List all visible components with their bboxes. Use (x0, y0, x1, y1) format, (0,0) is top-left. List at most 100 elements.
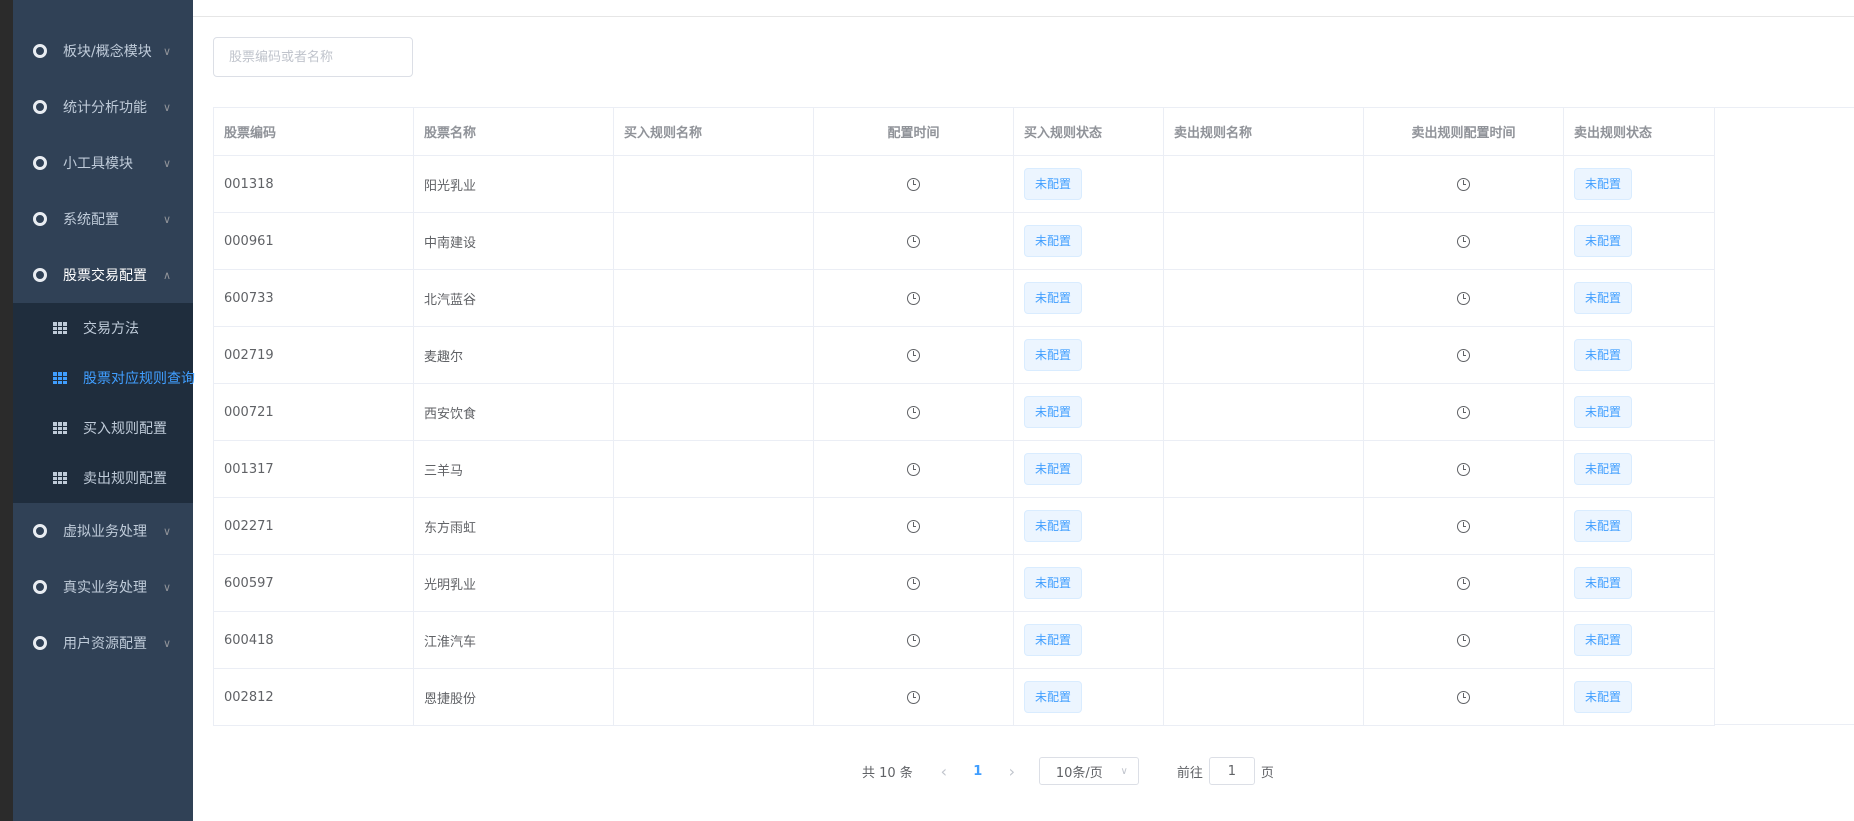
table-row: 001318 阳光乳业 未配置 未配置 (213, 155, 1715, 213)
buy-rule-name-cell (613, 383, 814, 441)
column-header: 卖出规则名称 (1163, 107, 1364, 156)
status-tag: 未配置 (1024, 282, 1083, 314)
status-tag: 未配置 (1574, 282, 1633, 314)
clock-icon (1457, 177, 1470, 191)
sidebar-menu-item[interactable]: 用户资源配置 ∨ (13, 615, 193, 671)
stock-name-cell: 中南建设 (413, 212, 614, 270)
table-row: 002812 恩捷股份 未配置 未配置 (213, 668, 1715, 726)
sidebar-menu-item[interactable]: 小工具模块 ∨ (13, 135, 193, 191)
sell-config-time-cell (1363, 383, 1564, 441)
stock-rules-table: 股票编码 股票名称 买入规则名称 配置时间 买入规则状态 卖出规则名称 卖出规则配置时间 卖出… (213, 107, 1715, 726)
buy-status-cell: 未配置 (1013, 326, 1164, 384)
column-header: 卖出规则配置时间 (1363, 107, 1564, 156)
stock-name-cell: 东方雨虹 (413, 497, 614, 555)
clock-icon (1457, 234, 1470, 248)
clock-icon (1457, 462, 1470, 476)
sell-status-cell: 未配置 (1563, 497, 1715, 555)
chevron-down-icon: ∨ (162, 212, 171, 226)
status-tag: 未配置 (1024, 510, 1083, 542)
buy-rule-name-cell (613, 269, 814, 327)
sell-rule-name-cell (1163, 212, 1364, 270)
clock-icon (1457, 405, 1470, 419)
table-icon (53, 472, 67, 484)
buy-status-cell: 未配置 (1013, 497, 1164, 555)
ide-side-strip (0, 0, 13, 821)
clock-icon (1457, 576, 1470, 590)
header-divider (193, 16, 1854, 17)
stock-name-cell: 江淮汽车 (413, 611, 614, 669)
clock-icon (907, 576, 920, 590)
buy-rule-name-cell (613, 497, 814, 555)
table-row: 600597 光明乳业 未配置 未配置 (213, 554, 1715, 612)
sell-config-time-cell (1363, 269, 1564, 327)
chevron-down-icon: ∨ (1120, 765, 1128, 777)
sell-rule-name-cell (1163, 440, 1364, 498)
sidebar-menu-label: 用户资源配置 (63, 636, 147, 652)
clock-icon (907, 405, 920, 419)
goto-suffix: 页 (1260, 765, 1274, 781)
search-input[interactable] (213, 37, 413, 77)
buy-status-cell: 未配置 (1013, 155, 1164, 213)
sidebar-menu-item[interactable]: 统计分析功能 ∨ (13, 79, 193, 135)
clock-icon (1457, 291, 1470, 305)
status-tag: 未配置 (1024, 225, 1083, 257)
status-tag: 未配置 (1024, 453, 1083, 485)
clock-icon (907, 177, 920, 191)
buy-status-cell: 未配置 (1013, 212, 1164, 270)
config-time-cell (813, 383, 1014, 441)
clock-icon (1457, 519, 1470, 533)
stock-name-cell: 恩捷股份 (413, 668, 614, 726)
pagination-total: 共 10 条 (862, 765, 913, 781)
goto-page-input[interactable] (1208, 757, 1255, 785)
status-tag: 未配置 (1574, 624, 1633, 656)
sell-rule-name-cell (1163, 269, 1364, 327)
sidebar-menu-label: 真实业务处理 (63, 580, 147, 596)
sell-config-time-cell (1363, 668, 1564, 726)
circle-icon (33, 100, 47, 114)
stock-name-cell: 三羊马 (413, 440, 614, 498)
clock-icon (907, 462, 920, 476)
next-page-icon[interactable]: › (995, 762, 1029, 781)
page-size-select[interactable]: 10条/页 ∨ (1038, 757, 1139, 785)
sell-config-time-cell (1363, 326, 1564, 384)
sidebar-submenu-label: 股票对应规则查询 (83, 371, 195, 387)
sidebar-submenu-item[interactable]: 买入规则配置 (13, 403, 193, 453)
sidebar-menu-label: 股票交易配置 (63, 268, 147, 284)
sidebar-menu-item[interactable]: 板块/概念模块 ∨ (13, 23, 193, 79)
clock-icon (1457, 690, 1470, 704)
sell-rule-name-cell (1163, 668, 1364, 726)
table-header-row: 股票编码 股票名称 买入规则名称 配置时间 买入规则状态 卖出规则名称 卖出规则配置时间 卖出… (213, 107, 1715, 156)
status-tag: 未配置 (1024, 396, 1083, 428)
sell-config-time-cell (1363, 212, 1564, 270)
sidebar-submenu-item[interactable]: 卖出规则配置 (13, 453, 193, 503)
goto-page: 前往 页 (1177, 757, 1274, 785)
sidebar-menu-item[interactable]: 真实业务处理 ∨ (13, 559, 193, 615)
clock-icon (907, 234, 920, 248)
table-icon (53, 422, 67, 434)
table-row: 002719 麦趣尔 未配置 未配置 (213, 326, 1715, 384)
table-row: 600733 北汽蓝谷 未配置 未配置 (213, 269, 1715, 327)
page-number[interactable]: 1 (961, 764, 995, 779)
sidebar-menu-item[interactable]: 虚拟业务处理 ∨ (13, 503, 193, 559)
sidebar-menu-item[interactable]: 股票交易配置 ∧ (13, 247, 193, 303)
sidebar-submenu-item[interactable]: 股票对应规则查询 (13, 353, 195, 403)
circle-icon (33, 212, 47, 226)
column-header: 股票编码 (213, 107, 414, 156)
sell-status-cell: 未配置 (1563, 212, 1715, 270)
buy-rule-name-cell (613, 611, 814, 669)
stock-code-cell: 000721 (213, 383, 414, 441)
sidebar-menu-item[interactable]: 系统配置 ∨ (13, 191, 193, 247)
chevron-down-icon: ∨ (162, 580, 171, 594)
table-row: 000721 西安饮食 未配置 未配置 (213, 383, 1715, 441)
chevron-down-icon: ∨ (162, 156, 171, 170)
sidebar: 板块/概念模块 ∨ 统计分析功能 ∨ 小工具模块 ∨ 系统配置 ∨ 股票交易配置 ∧ 虚拟业务处理 ∨… (13, 0, 195, 821)
buy-rule-name-cell (613, 212, 814, 270)
chevron-down-icon: ∨ (162, 636, 171, 650)
table-row: 002271 东方雨虹 未配置 未配置 (213, 497, 1715, 555)
stock-name-cell: 北汽蓝谷 (413, 269, 614, 327)
status-tag: 未配置 (1024, 339, 1083, 371)
prev-page-icon[interactable]: ‹ (927, 762, 961, 781)
sidebar-submenu-label: 卖出规则配置 (83, 471, 167, 487)
sidebar-submenu-item[interactable]: 交易方法 (13, 303, 193, 353)
config-time-cell (813, 497, 1014, 555)
